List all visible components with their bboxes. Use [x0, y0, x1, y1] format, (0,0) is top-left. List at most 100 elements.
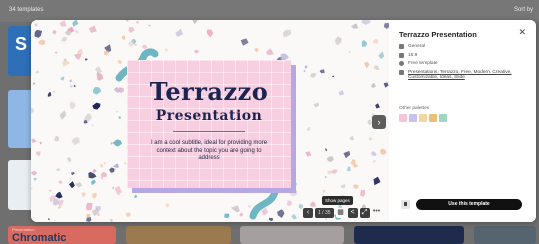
terrazzo-chip	[32, 82, 36, 85]
terrazzo-chip	[361, 39, 368, 47]
background-template-thumb[interactable]: Presentation Chromatic	[8, 226, 116, 244]
category-icon	[399, 44, 404, 49]
terrazzo-chip	[39, 142, 42, 145]
terrazzo-chip	[49, 189, 52, 192]
terrazzo-chip	[71, 137, 80, 146]
terrazzo-chip	[69, 85, 73, 88]
bookmark-icon[interactable]	[401, 200, 410, 209]
palette-swatch[interactable]	[439, 114, 447, 122]
terrazzo-chip	[114, 185, 122, 195]
background-template-thumb[interactable]	[474, 226, 536, 244]
terrazzo-chip	[74, 29, 80, 34]
terrazzo-chip	[54, 135, 60, 142]
terrazzo-chip	[110, 218, 113, 222]
terrazzo-chip	[322, 189, 326, 193]
terrazzo-chip	[364, 61, 370, 69]
terrazzo-chip	[338, 90, 344, 96]
terrazzo-chip	[334, 36, 342, 46]
show-pages-button[interactable]: ▦	[335, 207, 346, 218]
tag-links[interactable]: Presentations, Terrazzo, Free, Modern, C…	[408, 70, 529, 81]
slide-title: Terrazzo	[149, 77, 269, 106]
meta-license: Free template	[399, 61, 529, 67]
palette-swatch[interactable]	[429, 114, 437, 122]
terrazzo-chip	[332, 75, 335, 78]
terrazzo-chip	[265, 48, 274, 56]
share-icon[interactable]: <	[347, 207, 358, 218]
palette-swatch[interactable]	[419, 114, 427, 122]
terrazzo-chip	[67, 157, 72, 163]
terrazzo-chip	[52, 90, 56, 94]
terrazzo-chip	[239, 212, 244, 217]
palette-swatch[interactable]	[409, 114, 417, 122]
terrazzo-chip	[326, 156, 334, 163]
terrazzo-chip	[69, 101, 76, 110]
terrazzo-chip	[340, 184, 346, 189]
more-options-icon[interactable]: •••	[372, 208, 382, 218]
chevron-right-icon[interactable]: ›	[372, 115, 386, 129]
terrazzo-chip	[61, 37, 67, 42]
terrazzo-chip	[94, 66, 103, 74]
palette-swatch[interactable]	[399, 114, 407, 122]
terrazzo-chip	[240, 38, 249, 46]
slide-body-text: I am a cool subtitle, ideal for providin…	[150, 140, 268, 161]
terrazzo-chip	[86, 202, 93, 211]
terrazzo-chip	[313, 102, 319, 108]
terrazzo-chip	[324, 175, 327, 179]
sort-control[interactable]: Sort by	[514, 7, 533, 13]
meta-ratio: 16:9	[399, 52, 529, 59]
terrazzo-chip	[34, 29, 43, 38]
page-indicator: 1 / 35	[315, 207, 334, 218]
slide-title-card: Terrazzo Presentation I am a cool subtit…	[127, 60, 291, 188]
fullscreen-icon[interactable]: ⤢	[359, 207, 370, 218]
terrazzo-chip	[92, 102, 101, 110]
terrazzo-chip	[371, 151, 377, 156]
terrazzo-chip	[31, 138, 37, 143]
terrazzo-chip	[371, 83, 376, 88]
terrazzo-chip	[58, 199, 64, 206]
terrazzo-chip	[35, 151, 41, 157]
terrazzo-chip	[73, 84, 76, 88]
terrazzo-chip	[99, 164, 103, 168]
background-template-thumb[interactable]	[240, 226, 344, 244]
terrazzo-chip	[103, 161, 106, 165]
terrazzo-chip	[303, 69, 306, 72]
terrazzo-chip	[125, 212, 132, 218]
use-template-button[interactable]: Use this template	[416, 199, 522, 210]
preview-controls: ‹ 1 / 35 ▦ < ⤢ •••	[303, 206, 389, 219]
terrazzo-chip	[134, 194, 138, 198]
template-details-panel: Terrazzo Presentation ✕ General 16:9 Fre…	[389, 20, 536, 222]
terrazzo-chip	[319, 69, 325, 74]
terrazzo-chip	[148, 24, 151, 27]
terrazzo-chip	[96, 71, 104, 81]
terrazzo-chip	[113, 163, 119, 168]
terrazzo-chip	[361, 20, 371, 25]
aspect-ratio-icon	[399, 52, 404, 58]
terrazzo-chip	[128, 27, 135, 33]
terrazzo-chip	[52, 30, 57, 35]
terrazzo-chip	[47, 217, 50, 221]
terrazzo-chip	[277, 209, 285, 218]
terrazzo-chip	[286, 200, 293, 207]
terrazzo-chip	[254, 47, 259, 53]
background-template-thumb[interactable]	[354, 226, 464, 244]
previous-page-button[interactable]: ‹	[303, 207, 313, 218]
terrazzo-chip	[372, 39, 379, 44]
page-topbar: 34 templates Sort by	[0, 0, 539, 22]
close-icon[interactable]: ✕	[518, 27, 526, 37]
terrazzo-chip	[33, 177, 37, 181]
terrazzo-chip	[353, 184, 359, 189]
terrazzo-chip	[351, 23, 359, 29]
terrazzo-chip	[306, 127, 311, 132]
terrazzo-chip	[59, 20, 67, 27]
terrazzo-chip	[92, 169, 97, 173]
terrazzo-chip	[117, 60, 122, 65]
terrazzo-chip	[368, 137, 373, 141]
terrazzo-chip	[350, 159, 356, 166]
terrazzo-chip	[69, 79, 72, 83]
thumb-letter: S	[15, 34, 28, 54]
thumb-title: Chromatic	[12, 232, 67, 244]
terrazzo-chip	[88, 171, 97, 179]
terrazzo-chip	[348, 50, 351, 54]
background-template-thumb[interactable]	[126, 226, 231, 244]
terrazzo-chip	[112, 186, 115, 190]
